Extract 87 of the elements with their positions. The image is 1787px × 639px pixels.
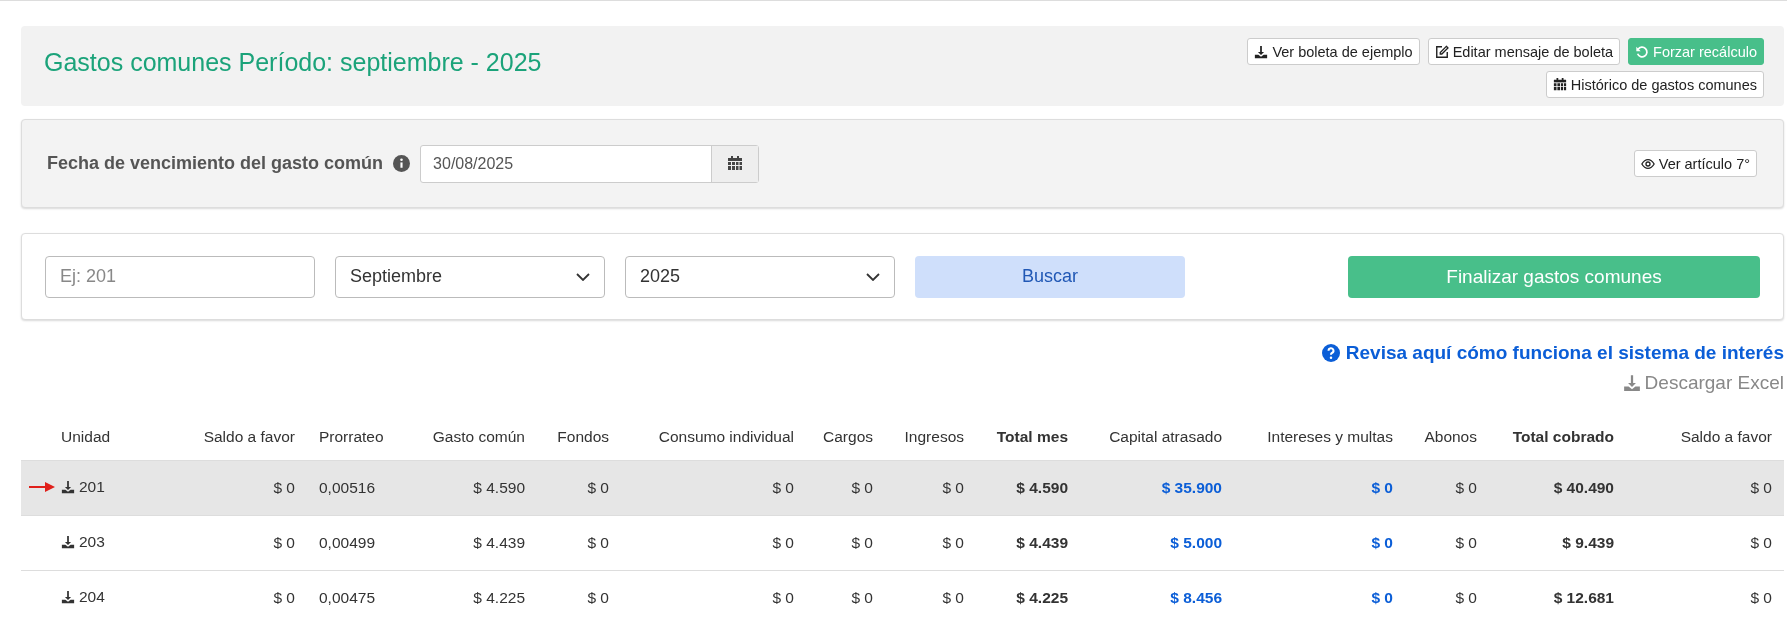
amount-link[interactable]: $ 0: [1371, 479, 1393, 496]
month-select[interactable]: Septiembre: [335, 255, 605, 298]
unit-number: 204: [79, 588, 105, 606]
table-cell: $ 0: [851, 534, 873, 551]
column-header: Intereses y multas: [1234, 414, 1405, 461]
table-cell: $ 4.590: [1016, 479, 1068, 496]
table-cell: $ 0: [1455, 589, 1477, 606]
table-cell: $ 0: [851, 479, 873, 496]
view-article-button[interactable]: Ver artículo 7°: [1633, 150, 1757, 177]
unit-number: 203: [79, 533, 105, 551]
table-cell: $ 0: [851, 589, 873, 606]
table-cell: 0,00499: [319, 534, 376, 551]
table-cell: $ 0: [1750, 534, 1772, 551]
column-header: Fondos: [537, 414, 621, 461]
table-cell: $ 4.225: [1016, 589, 1068, 606]
table-cell: $ 0: [587, 534, 609, 551]
column-header: Saldo a favor: [1626, 414, 1784, 461]
amount-link[interactable]: $ 35.900: [1161, 479, 1222, 496]
column-header: Gasto común: [420, 414, 537, 461]
amount-link[interactable]: $ 5.000: [1170, 534, 1222, 551]
info-icon: [393, 155, 411, 172]
table-cell: $ 0: [772, 534, 794, 551]
download-icon: [61, 535, 75, 549]
chevron-down-icon: [866, 272, 880, 281]
eye-icon: [1640, 156, 1655, 171]
download-icon: [1622, 374, 1641, 392]
table-cell: $ 0: [942, 534, 964, 551]
table-cell: $ 0: [1455, 479, 1477, 496]
action-button[interactable]: Ver boleta de ejemplo: [1247, 38, 1420, 65]
due-date-label: Fecha de vencimiento del gasto común: [47, 153, 384, 174]
download-icon: [1254, 44, 1269, 59]
amount-link[interactable]: $ 0: [1371, 534, 1393, 551]
table-cell: $ 4.225: [473, 589, 525, 606]
table-cell: $ 0: [1750, 589, 1772, 606]
table-cell: $ 0: [587, 589, 609, 606]
year-select[interactable]: 2025: [625, 255, 895, 298]
refresh-icon: [1635, 44, 1650, 59]
table-cell: 0,00475: [319, 589, 376, 606]
table-row[interactable]: 201 $ 0 0,00516 $ 4.590 $ 0 $ 0 $ 0 $ 0 $ 4.590 $ 35.900 $ 0 $ 0 $ 40.490 $ 0: [21, 460, 1784, 516]
calendar-icon: [727, 155, 744, 172]
table-cell: $ 0: [273, 534, 295, 551]
column-header: Unidad: [21, 414, 161, 461]
page-title: Gastos comunes Período: septiembre - 2025: [44, 48, 542, 78]
download-excel-button[interactable]: Descargar Excel: [1622, 372, 1784, 394]
column-header: Cargos: [806, 414, 885, 461]
calendar-icon: [1552, 77, 1567, 92]
table-cell: $ 0: [942, 589, 964, 606]
table-cell: $ 9.439: [1562, 534, 1614, 551]
search-button[interactable]: Buscar: [915, 255, 1185, 298]
table-cell: $ 4.590: [473, 479, 525, 496]
column-header: Total cobrado: [1489, 414, 1626, 461]
table-cell: $ 0: [772, 589, 794, 606]
table-cell: $ 4.439: [1016, 534, 1068, 551]
amount-link[interactable]: $ 8.456: [1170, 589, 1222, 606]
table-cell: $ 0: [273, 589, 295, 606]
column-header: Capital atrasado: [1080, 414, 1234, 461]
table-cell: $ 40.490: [1553, 479, 1614, 496]
date-field[interactable]: 30/08/2025: [420, 144, 760, 183]
column-header: Prorrateo: [307, 414, 420, 461]
edit-icon: [1434, 44, 1449, 59]
table-cell: $ 0: [772, 479, 794, 496]
amount-link[interactable]: $ 0: [1371, 589, 1393, 606]
table-cell: $ 0: [1750, 479, 1772, 496]
arrow-icon: [29, 482, 55, 492]
table-cell: $ 0: [587, 479, 609, 496]
column-header: Saldo a favor: [161, 414, 307, 461]
download-icon: [61, 590, 75, 604]
help-icon: [1321, 344, 1340, 362]
interest-help-link[interactable]: Revisa aquí cómo funciona el sistema de interés: [1321, 342, 1784, 364]
column-header: Consumo individual: [621, 414, 806, 461]
table-cell: $ 0: [273, 479, 295, 496]
table-cell: 0,00516: [319, 479, 376, 496]
column-header: Abonos: [1405, 414, 1489, 461]
unit-search-field[interactable]: Ej: 201: [45, 255, 315, 298]
action-button[interactable]: Editar mensaje de boleta: [1427, 38, 1621, 65]
table-cell: $ 0: [1455, 534, 1477, 551]
action-button[interactable]: Histórico de gastos comunes: [1545, 71, 1764, 98]
table-row[interactable]: 204 $ 0 0,00475 $ 4.225 $ 0 $ 0 $ 0 $ 0 $ 4.225 $ 8.456 $ 0 $ 0 $ 12.681 $ 0: [21, 570, 1784, 625]
column-header: Ingresos: [885, 414, 976, 461]
table-row[interactable]: 203 $ 0 0,00499 $ 4.439 $ 0 $ 0 $ 0 $ 0 $ 4.439 $ 5.000 $ 0 $ 0 $ 9.439 $ 0: [21, 515, 1784, 571]
chevron-down-icon: [576, 272, 590, 281]
download-icon: [61, 480, 75, 494]
unit-number: 201: [79, 478, 105, 496]
table-cell: $ 4.439: [473, 534, 525, 551]
table-cell: $ 12.681: [1553, 589, 1614, 606]
table-cell: $ 0: [942, 479, 964, 496]
column-header: Total mes: [976, 414, 1080, 461]
